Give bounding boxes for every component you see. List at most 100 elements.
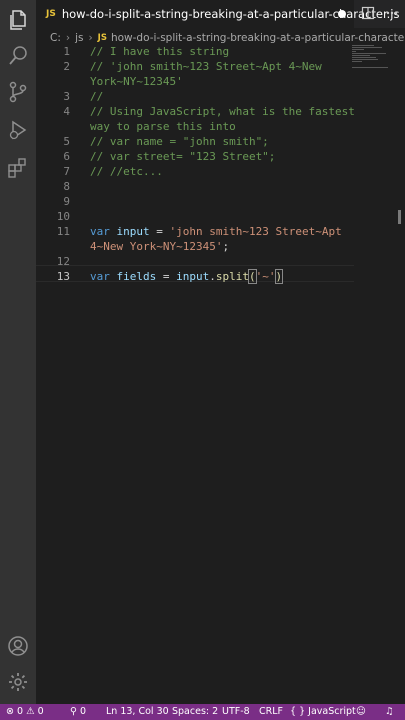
code-text: var fields = input.split('~') xyxy=(90,269,284,284)
line-number: 11 xyxy=(56,225,70,238)
code-text: 4~New York~NY~12345'; xyxy=(90,239,229,254)
operator-token: = xyxy=(149,225,170,238)
editor-tab-active[interactable]: JS how-do-i-split-a-string-breaking-at-a… xyxy=(36,0,400,28)
indentation[interactable]: Spaces: 2 xyxy=(172,704,218,720)
code-line: 10 xyxy=(36,209,356,224)
explorer-icon[interactable] xyxy=(6,8,30,32)
code-line: 6 // var street= "123 Street"; xyxy=(36,149,356,164)
ports-count: 0 xyxy=(80,706,87,717)
line-number: 2 xyxy=(63,60,70,73)
code-line-wrapped: way to parse this into xyxy=(36,119,356,134)
string-token: '~' xyxy=(255,270,276,283)
minimap[interactable] xyxy=(352,44,392,74)
extensions-icon[interactable] xyxy=(6,156,30,180)
code-line-wrapped: York~NY~12345' xyxy=(36,74,356,89)
language-label: JavaScript xyxy=(308,706,356,717)
line-number: 7 xyxy=(63,165,70,178)
code-line: 8 xyxy=(36,179,356,194)
code-text: York~NY~12345' xyxy=(90,75,183,88)
encoding[interactable]: UTF-8 xyxy=(222,704,250,720)
end-of-line[interactable]: CRLF xyxy=(259,704,283,720)
code-text: // var street= "123 Street"; xyxy=(90,150,276,163)
code-line: 5 // var name = "john smith"; xyxy=(36,134,356,149)
line-number: 8 xyxy=(63,180,70,193)
code-line: 9 xyxy=(36,194,356,209)
code-text: way to parse this into xyxy=(90,120,236,133)
language-mode[interactable]: { } JavaScript xyxy=(290,704,356,720)
string-token: 4~New York~NY~12345' xyxy=(90,240,223,253)
code-text: var input = 'john smith~123 Street~Apt xyxy=(90,224,342,239)
cursor-position[interactable]: Ln 13, Col 30 xyxy=(106,704,169,720)
bracket-match: ) xyxy=(274,269,284,284)
editor-actions xyxy=(361,6,399,20)
code-line: 11 var input = 'john smith~123 Street~Apt xyxy=(36,224,356,239)
breadcrumb-folder[interactable]: js xyxy=(75,32,83,44)
line-number: 1 xyxy=(63,45,70,58)
settings-gear-icon[interactable] xyxy=(6,670,30,694)
keyword-token: var xyxy=(90,225,110,238)
unsaved-dot-icon[interactable] xyxy=(338,10,346,18)
javascript-file-icon: JS xyxy=(46,9,56,19)
code-line: 1 // I have this string xyxy=(36,44,356,59)
text-cursor xyxy=(282,270,284,284)
code-line-wrapped: 4~New York~NY~12345'; xyxy=(36,239,356,254)
scrollbar-thumb[interactable] xyxy=(398,210,401,224)
ports-icon: ⚲ xyxy=(70,706,77,717)
braces-icon: { } xyxy=(290,706,306,717)
variable-token: fields xyxy=(116,270,157,283)
editor-tab-bar: JS how-do-i-split-a-string-breaking-at-a… xyxy=(36,0,405,28)
string-token: 'john smith~123 Street~Apt xyxy=(169,225,342,238)
code-text: // //etc... xyxy=(90,165,163,178)
code-editor[interactable]: 1 // I have this string 2 // 'john smith~1… xyxy=(36,44,356,704)
javascript-file-icon: JS xyxy=(97,33,107,43)
code-text: // var name = "john smith"; xyxy=(90,135,269,148)
keyword-token: var xyxy=(90,270,110,283)
code-line: 3 // xyxy=(36,89,356,104)
code-text: // 'john smith~123 Street~Apt 4~New xyxy=(90,60,322,73)
code-line: 4 // Using JavaScript, what is the fastes… xyxy=(36,104,356,119)
line-number: 6 xyxy=(63,150,70,163)
notifications-bell-icon[interactable]: ♫ xyxy=(385,704,394,720)
search-icon[interactable] xyxy=(6,44,30,68)
punctuation-token: ; xyxy=(222,240,230,253)
line-number: 4 xyxy=(63,105,70,118)
chevron-right-icon: › xyxy=(88,32,93,44)
error-count: 0 xyxy=(17,706,24,717)
punctuation-token: . xyxy=(209,270,216,283)
warning-count: 0 xyxy=(37,706,44,717)
code-line: 12 xyxy=(36,254,356,269)
line-number: 10 xyxy=(56,210,70,223)
source-control-icon[interactable] xyxy=(6,80,30,104)
operator-token: = xyxy=(156,270,177,283)
status-bar: ⊗ 0 ⚠ 0 ⚲ 0 Ln 13, Col 30 Spaces: 2 UTF-… xyxy=(0,704,405,720)
warning-icon: ⚠ xyxy=(26,706,35,717)
line-number: 5 xyxy=(63,135,70,148)
line-number: 12 xyxy=(56,255,70,268)
function-token: split xyxy=(215,270,249,283)
account-icon[interactable] xyxy=(6,634,30,658)
tab-title: how-do-i-split-a-string-breaking-at-a-pa… xyxy=(61,7,400,21)
line-number: 13 xyxy=(56,270,70,283)
bracket-match: ( xyxy=(248,269,257,284)
run-debug-icon[interactable] xyxy=(6,118,30,142)
variable-token: input xyxy=(176,270,210,283)
code-text: // xyxy=(90,90,104,103)
breadcrumb-drive[interactable]: C: xyxy=(50,32,61,44)
code-line: 7 // //etc... xyxy=(36,164,356,179)
activity-bar xyxy=(0,0,36,704)
problems-indicator[interactable]: ⊗ 0 ⚠ 0 xyxy=(6,704,44,720)
ports-indicator[interactable]: ⚲ 0 xyxy=(70,704,86,720)
line-number: 9 xyxy=(63,195,70,208)
code-text: // I have this string xyxy=(90,45,230,58)
error-icon: ⊗ xyxy=(6,706,14,717)
split-editor-icon[interactable] xyxy=(361,6,375,20)
feedback-icon[interactable]: ☺ xyxy=(356,704,366,720)
breadcrumb-file[interactable]: how-do-i-split-a-string-breaking-at-a-pa… xyxy=(111,32,405,44)
more-actions-icon[interactable] xyxy=(385,6,399,20)
code-text: // Using JavaScript, what is the fastest xyxy=(90,105,355,118)
chevron-right-icon: › xyxy=(65,32,71,44)
line-number: 3 xyxy=(63,90,70,103)
variable-token: input xyxy=(116,225,150,238)
code-line: 2 // 'john smith~123 Street~Apt 4~New xyxy=(36,59,356,74)
code-line-current: 13 var fields = input.split('~') xyxy=(36,269,356,284)
